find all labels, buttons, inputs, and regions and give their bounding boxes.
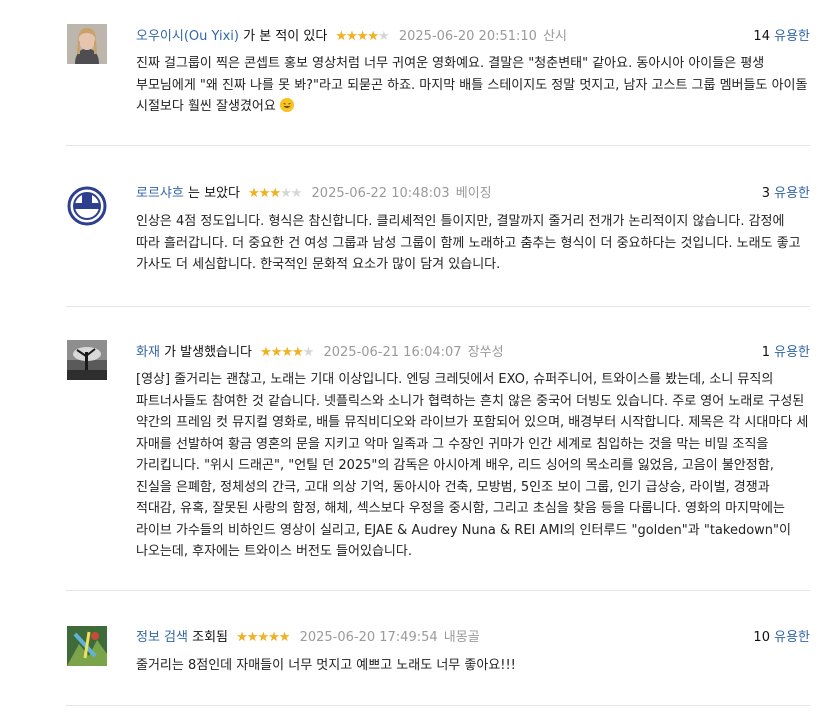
helpful-button[interactable]: 유용한: [774, 630, 810, 645]
review-date: 2025-06-21 16:04:07: [323, 345, 462, 360]
laughing-face-icon: [279, 98, 294, 112]
review-location: 내몽골: [443, 630, 480, 645]
review-header: 오우이시(Ou Yixi) 가 본 적이 있다 ★★★★★★★★★★ 2025-…: [136, 27, 810, 47]
review-location: 장쑤성: [467, 345, 504, 360]
star-rating-fill: ★★★★★: [248, 186, 281, 201]
avatar[interactable]: [67, 626, 107, 666]
review-location: 산시: [543, 29, 567, 44]
divider: [66, 145, 810, 146]
review-action: 가 발생했습니다: [164, 345, 252, 360]
username-link[interactable]: 정보 검색: [136, 630, 188, 645]
divider: [66, 705, 810, 706]
helpful-button[interactable]: 유용한: [774, 29, 810, 44]
username-link[interactable]: 로르샤흐: [136, 186, 184, 201]
helpful-vote[interactable]: 3 유용한: [762, 184, 810, 204]
review-location: 베이징: [455, 186, 492, 201]
avatar[interactable]: [67, 340, 107, 380]
helpful-vote[interactable]: 1 유용한: [762, 343, 810, 363]
star-rating-fill: ★★★★★: [335, 29, 379, 44]
helpful-count: 3: [761, 186, 770, 201]
star-rating-fill: ★★★★★: [260, 345, 303, 360]
review-text: 줄거리는 8점인데 자매들이 너무 멋지고 예쁘고 노래도 너무 좋아요!!!: [136, 658, 516, 673]
star-rating: ★★★★★★★★★★: [260, 343, 314, 363]
helpful-button[interactable]: 유용한: [774, 186, 810, 201]
star-rating-fill: ★★★★★: [236, 630, 290, 645]
star-rating: ★★★★★★★★★★: [248, 184, 302, 204]
helpful-button[interactable]: 유용한: [774, 345, 810, 360]
review-action: 조회됨: [192, 630, 229, 645]
review-text-container: 진짜 걸그룹이 찍은 콘셉트 홍보 영상처럼 너무 귀여운 영화예요. 결말은 …: [136, 53, 812, 118]
star-rating: ★★★★★★★★★★: [335, 27, 389, 47]
star-rating: ★★★★★★★★★★: [236, 628, 290, 648]
avatar[interactable]: [67, 186, 107, 226]
username-link[interactable]: 화재: [136, 345, 160, 360]
review-text: 인상은 4점 정도입니다. 형식은 참신합니다. 클리셰적인 틀이지만, 결말까…: [136, 214, 801, 272]
helpful-vote[interactable]: 14 유용한: [753, 27, 810, 47]
review-date: 2025-06-20 20:51:10: [398, 29, 537, 44]
divider: [66, 306, 810, 307]
review-header: 정보 검색 조회됨 ★★★★★ ★★★★★ 2025-06-20 17:49:54…: [136, 628, 810, 648]
helpful-vote[interactable]: 10 유용한: [753, 628, 810, 648]
username-link[interactable]: 오우이시(Ou Yixi): [136, 29, 239, 44]
divider: [66, 590, 810, 591]
review-action: 는 보았다: [187, 186, 240, 201]
helpful-count: 10: [753, 630, 770, 645]
review-date: 2025-06-20 17:49:54: [299, 630, 438, 645]
avatar[interactable]: [67, 24, 107, 64]
review-header: 로르샤흐 는 보았다 ★★★★★★★★★★ 2025-06-22 10:48:0…: [136, 184, 810, 204]
helpful-count: 14: [753, 29, 770, 44]
review-text: 진짜 걸그룹이 찍은 콘셉트 홍보 영상처럼 너무 귀여운 영화예요. 결말은 …: [136, 56, 808, 114]
review-action: 가 본 적이 있다: [243, 29, 328, 44]
review-text: [영상] 줄거리는 괜찮고, 노래는 기대 이상입니다. 엔딩 크레딧에서 EX…: [136, 372, 809, 559]
helpful-count: 1: [761, 345, 770, 360]
review-date: 2025-06-22 10:48:03: [311, 186, 450, 201]
review-header: 화재 가 발생했습니다 ★★★★★★★★★★ 2025-06-21 16:04:…: [136, 343, 810, 363]
